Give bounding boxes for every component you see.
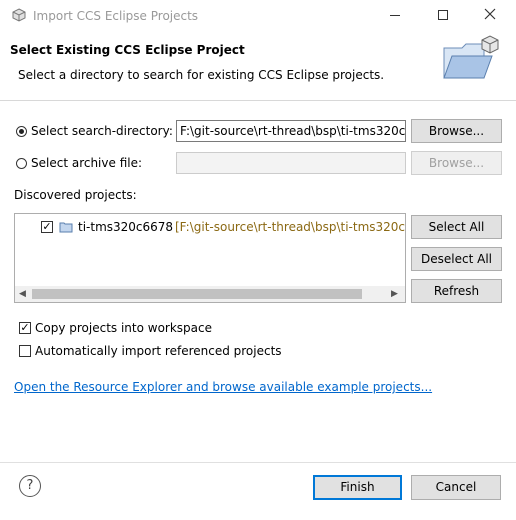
maximize-icon[interactable] xyxy=(438,10,448,20)
project-folder-icon xyxy=(59,221,73,233)
project-name: ti-tms320c6678 xyxy=(78,220,174,234)
projects-list[interactable]: ✓ ti-tms320c6678 [F:\git-source\rt-threa… xyxy=(14,213,406,303)
select-all-button[interactable]: Select All xyxy=(411,215,502,239)
finish-button[interactable]: Finish xyxy=(313,475,402,500)
refresh-button[interactable]: Refresh xyxy=(411,279,502,303)
copy-projects-label: Copy projects into workspace xyxy=(35,321,213,335)
app-icon xyxy=(12,8,26,22)
auto-import-checkbox[interactable] xyxy=(19,345,31,357)
resource-explorer-link[interactable]: Open the Resource Explorer and browse av… xyxy=(14,380,432,394)
help-icon[interactable]: ? xyxy=(19,475,41,497)
copy-projects-checkbox[interactable]: ✓ xyxy=(19,322,31,334)
search-directory-label: Select search-directory: xyxy=(31,124,173,138)
search-directory-input[interactable]: F:\git-source\rt-thread\bsp\ti-tms320c xyxy=(176,120,406,142)
deselect-all-button[interactable]: Deselect All xyxy=(411,247,502,271)
window-title: Import CCS Eclipse Projects xyxy=(33,9,199,23)
header-title: Select Existing CCS Eclipse Project xyxy=(10,43,245,57)
browse-directory-button[interactable]: Browse... xyxy=(411,119,502,143)
project-checkbox[interactable]: ✓ xyxy=(41,221,53,233)
auto-import-label: Automatically import referenced projects xyxy=(35,344,282,358)
header-banner: Select Existing CCS Eclipse Project Sele… xyxy=(0,32,516,101)
search-directory-radio[interactable] xyxy=(16,126,27,137)
scroll-right-icon[interactable]: ▶ xyxy=(391,289,398,299)
browse-archive-button: Browse... xyxy=(411,151,502,175)
minimize-icon[interactable] xyxy=(390,15,400,16)
close-icon[interactable] xyxy=(482,6,498,22)
archive-file-label: Select archive file: xyxy=(31,156,143,170)
cancel-button[interactable]: Cancel xyxy=(411,475,501,500)
folder-icon xyxy=(440,34,504,86)
archive-file-input xyxy=(176,152,406,174)
list-item[interactable]: ✓ ti-tms320c6678 [F:\git-source\rt-threa… xyxy=(15,218,405,236)
project-path: [F:\git-source\rt-thread\bsp\ti-tms320c xyxy=(175,220,406,234)
archive-file-radio[interactable] xyxy=(16,158,27,169)
scroll-thumb[interactable] xyxy=(32,289,362,299)
footer-separator xyxy=(0,462,516,463)
title-bar: Import CCS Eclipse Projects xyxy=(0,0,516,32)
header-subtitle: Select a directory to search for existin… xyxy=(18,68,385,82)
discovered-projects-label: Discovered projects: xyxy=(14,188,137,202)
scroll-left-icon[interactable]: ◀ xyxy=(19,289,26,299)
horizontal-scrollbar[interactable]: ◀ ▶ xyxy=(15,286,405,302)
